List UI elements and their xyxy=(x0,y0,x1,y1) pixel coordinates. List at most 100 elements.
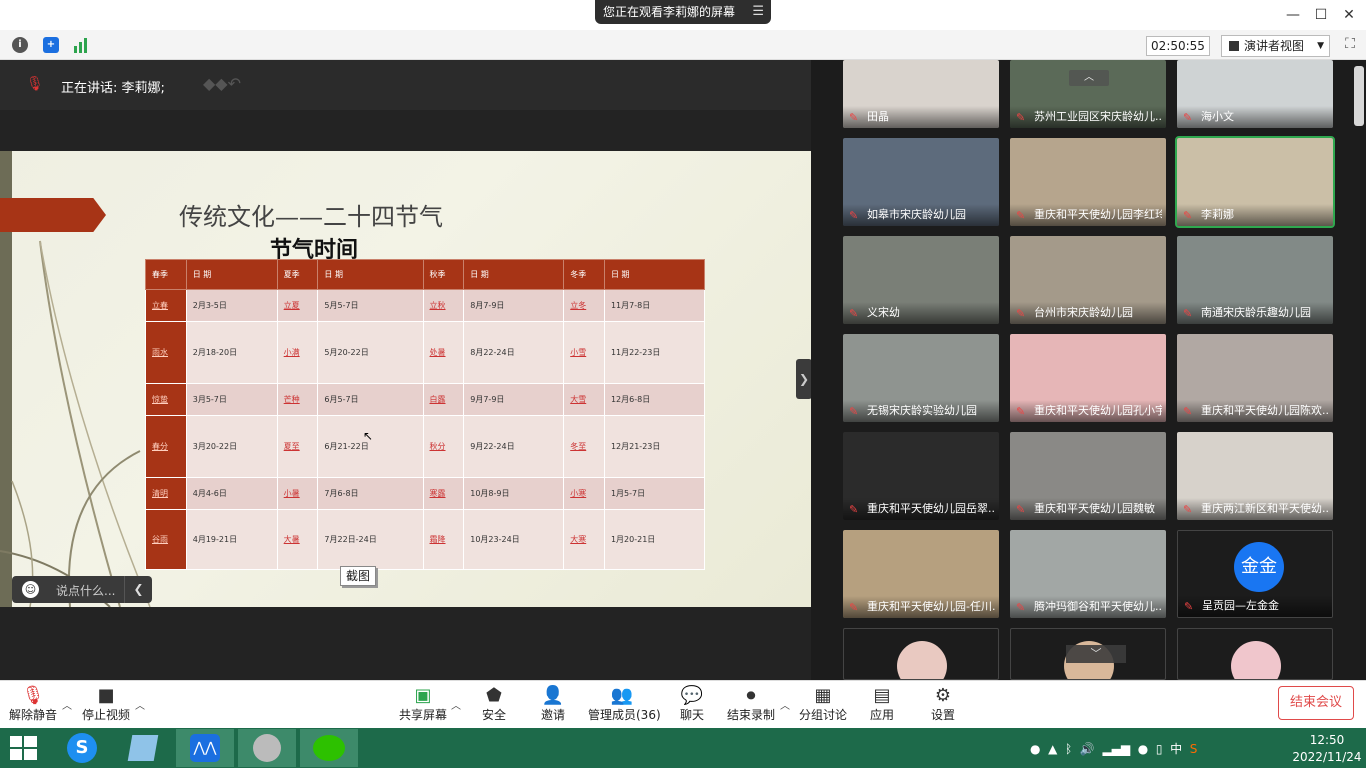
ime-indicator[interactable]: 中 xyxy=(1170,742,1182,756)
fullscreen-icon[interactable]: ⛶ xyxy=(1340,36,1360,56)
view-mode-dropdown[interactable]: 演讲者视图 ▼ xyxy=(1221,35,1330,57)
participant-tile[interactable]: ✎ 海小文 xyxy=(1177,60,1333,128)
muted-mic-icon: ✎ xyxy=(1016,111,1026,124)
participant-tile[interactable]: ✎ 重庆两江新区和平天使幼... xyxy=(1177,432,1333,520)
chat-placeholder[interactable]: 说点什么... xyxy=(56,582,115,599)
screen-share-banner[interactable]: 您正在观看李莉娜的屏幕 ☰ xyxy=(595,0,771,24)
chevron-up-icon[interactable]: ︿ xyxy=(135,697,145,712)
participant-tile[interactable]: ✎ 重庆和平天使幼儿园孔小宇 xyxy=(1010,334,1166,422)
table-cell: 1月5-7日 xyxy=(603,477,706,510)
table-cell: 处暑 xyxy=(422,321,465,384)
manage-participants-button[interactable]: 👥 管理成员(36) xyxy=(588,684,661,726)
muted-mic-icon: ✎ xyxy=(849,405,859,418)
chevron-up-icon[interactable]: ︿ xyxy=(62,697,72,712)
participant-tile[interactable]: ✎ 无锡宋庆龄实验幼儿园 xyxy=(843,334,999,422)
battery-icon[interactable]: ▯ xyxy=(1156,742,1163,756)
stop-recording-button[interactable]: ⏺ 结束录制 xyxy=(726,684,776,726)
bluetooth-icon[interactable]: ᛒ xyxy=(1065,742,1072,756)
menu-icon[interactable]: ☰ xyxy=(752,0,764,24)
security-button[interactable]: ⬟ 安全 xyxy=(478,684,510,726)
participant-name: 南通宋庆龄乐趣幼儿园 xyxy=(1201,306,1311,319)
participant-tile[interactable] xyxy=(1177,628,1333,680)
table-cell: 立冬 xyxy=(563,289,605,322)
windows-start-icon[interactable] xyxy=(10,736,38,762)
maximize-button[interactable]: ☐ xyxy=(1306,4,1336,26)
sogou-icon: S xyxy=(67,733,97,763)
minimize-button[interactable]: — xyxy=(1278,4,1308,26)
table-cell: 春分 xyxy=(145,415,187,478)
invite-button[interactable]: 👤 邀请 xyxy=(537,684,569,726)
unmute-button[interactable]: 🎙 解除静音 xyxy=(8,684,58,726)
close-button[interactable]: ✕ xyxy=(1334,4,1364,26)
participant-name: 腾冲玛御谷和平天使幼儿... xyxy=(1034,600,1162,613)
taskbar-app-speaker[interactable] xyxy=(238,729,296,767)
participant-tile[interactable]: ✎ 义宋幼 xyxy=(843,236,999,324)
participant-tile[interactable]: 金金 ✎ 呈贡园—左金金 xyxy=(1177,530,1333,618)
taskbar-app-sogou[interactable]: S xyxy=(52,729,110,767)
system-clock[interactable]: 12:50 2022/11/24 xyxy=(1288,732,1366,766)
participant-tile[interactable]: ✎ 重庆和平天使幼儿园岳翠... xyxy=(843,432,999,520)
annotation-tools-icon[interactable]: ◆◆↶ xyxy=(203,74,241,93)
participant-tile[interactable]: ✎ 田晶 xyxy=(843,60,999,128)
taskbar-app-wechat[interactable] xyxy=(300,729,358,767)
tray-wechat-icon[interactable]: ● xyxy=(1030,742,1040,756)
table-header: 春季日 期夏季日 期秋季日 期冬季日 期 xyxy=(145,259,706,290)
participant-tile[interactable]: ✎ 重庆和平天使幼儿园魏敏 xyxy=(1010,432,1166,520)
system-tray[interactable]: ● ▲ ᛒ 🔊 ▂▄▆ ● ▯ 中 S xyxy=(1030,740,1197,757)
table-cell: 12月21-23日 xyxy=(603,415,706,478)
chat-button[interactable]: 💬 聊天 xyxy=(676,684,708,726)
muted-mic-icon: ✎ xyxy=(849,601,859,614)
apps-button[interactable]: ▤ 应用 xyxy=(866,684,898,726)
share-screen-button[interactable]: ▣ 共享屏幕 xyxy=(398,684,448,726)
chevron-up-icon[interactable]: ︿ xyxy=(780,697,790,712)
muted-mic-icon: ✎ xyxy=(1183,209,1193,222)
chevron-down-icon[interactable]: ﹀ xyxy=(1066,645,1126,663)
collapse-gallery-button[interactable]: ❯ xyxy=(796,359,812,399)
chevron-up-icon[interactable]: ︿ xyxy=(1069,70,1109,86)
table-row: 雨水 2月18-20日 小满 5月20-22日 处暑 8月22-24日 小雪 11月22-23… xyxy=(145,321,706,384)
table-cell: 立夏 xyxy=(276,289,319,322)
breakout-rooms-button[interactable]: ▦ 分组讨论 xyxy=(799,684,847,726)
muted-mic-icon: ✎ xyxy=(1183,503,1193,516)
settings-label: 设置 xyxy=(930,708,955,722)
participant-tile[interactable]: ✎ 腾冲玛御谷和平天使幼儿... xyxy=(1010,530,1166,618)
table-cell: 清明 xyxy=(145,477,187,510)
info-icon[interactable]: i xyxy=(12,37,28,53)
participant-tile[interactable]: ✎ 李莉娜 xyxy=(1175,136,1335,228)
participant-tile[interactable] xyxy=(843,628,999,680)
stop-video-button[interactable]: ■ 停止视频 xyxy=(80,684,132,726)
sogou-tray-icon[interactable]: S xyxy=(1190,742,1198,756)
tray-app-icon[interactable]: ● xyxy=(1138,742,1148,756)
signal-icon[interactable] xyxy=(73,37,89,53)
table-cell: 冬至 xyxy=(563,415,605,478)
emoji-icon[interactable]: ☺ xyxy=(22,581,39,598)
participant-tile[interactable]: ✎ 南通宋庆龄乐趣幼儿园 xyxy=(1177,236,1333,324)
settings-button[interactable]: ⚙ 设置 xyxy=(927,684,959,726)
avatar: 金金 xyxy=(1234,542,1284,592)
chevron-left-icon[interactable]: ❮ xyxy=(124,576,152,603)
network-icon[interactable]: ▂▄▆ xyxy=(1102,742,1130,756)
chat-input-bar[interactable]: ☺ 说点什么... ❮ xyxy=(12,576,152,603)
participant-tile[interactable]: ✎ 如皋市宋庆龄幼儿园 xyxy=(843,138,999,226)
taskbar-app-meeting[interactable]: ⋀⋀ xyxy=(176,729,234,767)
table-cell: 寒露 xyxy=(422,477,465,510)
add-user-icon: 👤 xyxy=(541,685,565,706)
table-cell: 10月8-9日 xyxy=(463,477,565,510)
shield-icon[interactable]: + xyxy=(43,37,59,53)
muted-mic-icon: ✎ xyxy=(849,111,859,124)
taskbar-app-notes[interactable] xyxy=(114,729,172,767)
volume-icon[interactable]: 🔊 xyxy=(1080,742,1095,756)
table-cell: 5月5-7日 xyxy=(317,289,424,322)
end-meeting-button[interactable]: 结束会议 xyxy=(1278,686,1354,720)
participant-tile[interactable]: ✎ 重庆和平天使幼儿园-任川... xyxy=(843,530,999,618)
participant-tile[interactable]: ✎ 台州市宋庆龄幼儿园 xyxy=(1010,236,1166,324)
clock-time: 12:50 xyxy=(1309,733,1345,747)
chevron-up-icon[interactable]: ︿ xyxy=(451,697,461,712)
participant-tile[interactable]: ✎ 重庆和平天使幼儿园陈欢... xyxy=(1177,334,1333,422)
tray-meeting-icon[interactable]: ▲ xyxy=(1048,742,1057,756)
table-cell: 霜降 xyxy=(422,509,465,570)
gallery-scrollbar[interactable] xyxy=(1354,66,1364,126)
table-cell: 12月6-8日 xyxy=(603,383,706,416)
table-cell: 大雪 xyxy=(563,383,605,416)
participant-tile[interactable]: ✎ 重庆和平天使幼儿园李红玲 xyxy=(1010,138,1166,226)
